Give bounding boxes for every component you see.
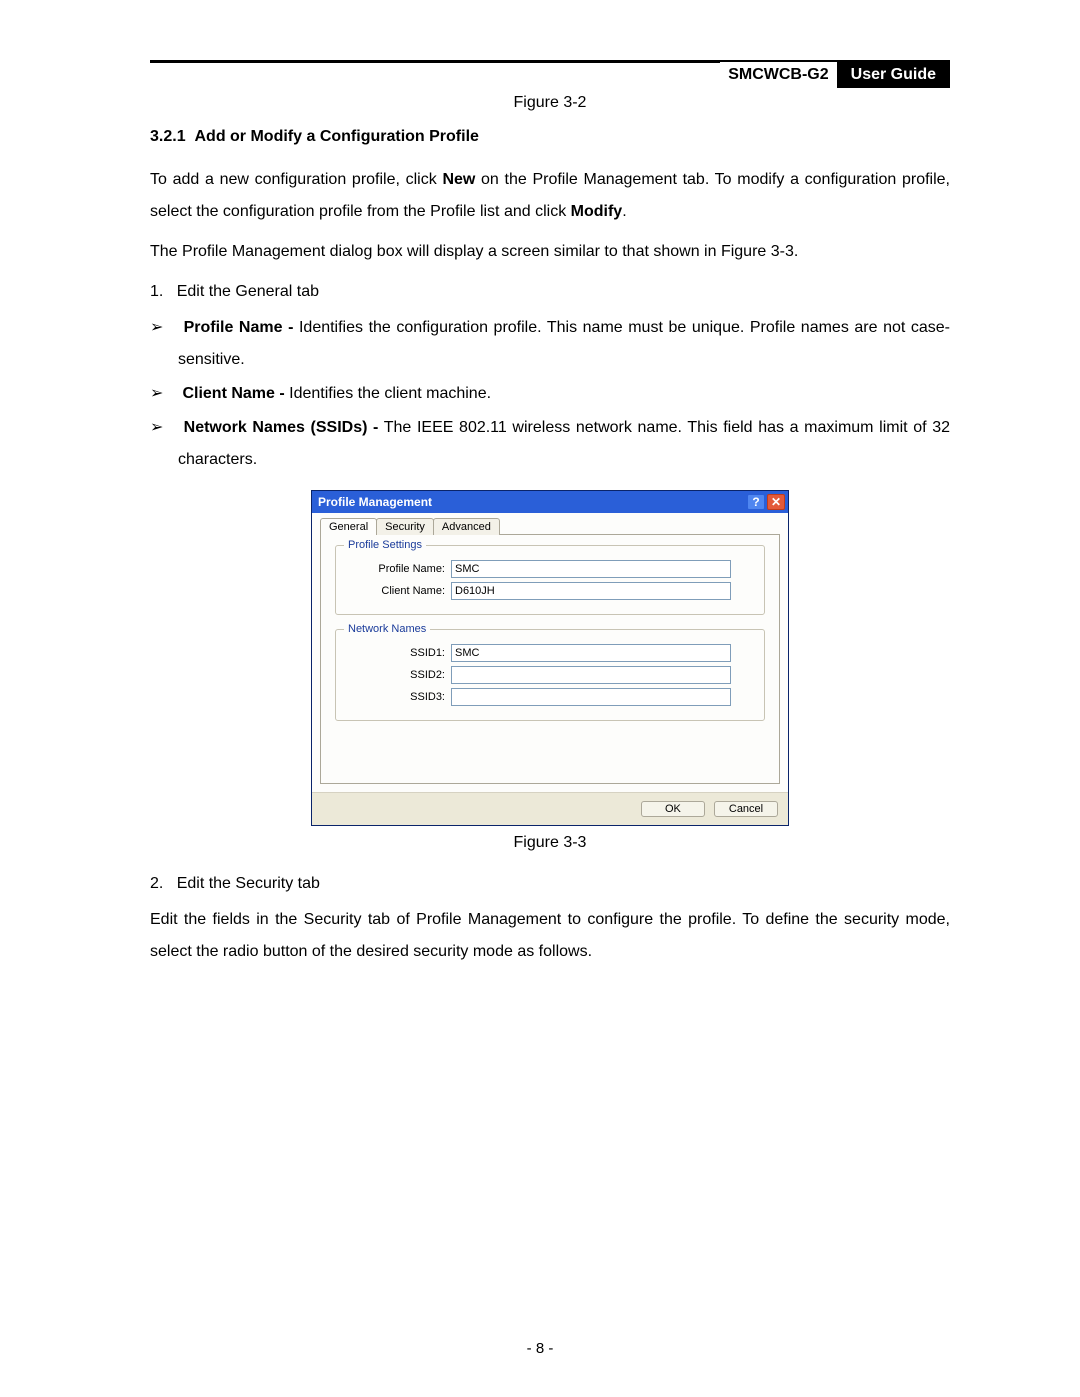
- bullet-network-names: Network Names (SSIDs) - The IEEE 802.11 …: [150, 412, 950, 476]
- label-ssid3: SSID3:: [346, 691, 451, 703]
- dialog-tabs: General Security Advanced: [320, 518, 780, 535]
- group-profile-settings: Profile Settings Profile Name: Client Na…: [335, 545, 765, 615]
- label-profile-name: Profile Name:: [346, 563, 451, 575]
- tab-security[interactable]: Security: [376, 518, 434, 535]
- help-icon[interactable]: ?: [747, 494, 765, 510]
- page-number: - 8 -: [0, 1340, 1080, 1357]
- group-profile-settings-legend: Profile Settings: [344, 539, 426, 551]
- cancel-button[interactable]: Cancel: [714, 801, 778, 817]
- step-2: 2. Edit the Security tab: [150, 868, 950, 900]
- section-heading: 3.2.1 Add or Modify a Configuration Prof…: [150, 128, 950, 146]
- intro-paragraph-2: The Profile Management dialog box will d…: [150, 236, 950, 268]
- figure-3-3-caption: Figure 3-3: [150, 834, 950, 852]
- intro-paragraph-1: To add a new configuration profile, clic…: [150, 164, 950, 228]
- tab-advanced[interactable]: Advanced: [433, 518, 500, 535]
- section-number: 3.2.1: [150, 128, 186, 145]
- input-ssid1[interactable]: [451, 644, 731, 662]
- figure-3-2-caption: Figure 3-2: [150, 94, 950, 112]
- tab-panel-general: Profile Settings Profile Name: Client Na…: [320, 534, 780, 784]
- dialog-titlebar[interactable]: Profile Management ? ✕: [312, 491, 788, 513]
- label-client-name: Client Name:: [346, 585, 451, 597]
- security-paragraph: Edit the fields in the Security tab of P…: [150, 904, 950, 968]
- new-keyword: New: [442, 171, 475, 188]
- input-client-name[interactable]: [451, 582, 731, 600]
- modify-keyword: Modify: [571, 203, 623, 220]
- bullet-profile-name: Profile Name - Identifies the configurat…: [150, 312, 950, 376]
- label-ssid1: SSID1:: [346, 647, 451, 659]
- close-icon[interactable]: ✕: [767, 494, 785, 510]
- label-ssid2: SSID2:: [346, 669, 451, 681]
- group-network-names: Network Names SSID1: SSID2: SSID3:: [335, 629, 765, 721]
- input-ssid2[interactable]: [451, 666, 731, 684]
- tab-general[interactable]: General: [320, 518, 377, 535]
- page-header: SMCWCB-G2 User Guide: [150, 62, 950, 88]
- step-1: 1. Edit the General tab: [150, 276, 950, 308]
- group-network-names-legend: Network Names: [344, 623, 430, 635]
- header-model: SMCWCB-G2: [720, 62, 836, 88]
- header-guide: User Guide: [837, 62, 950, 88]
- profile-management-dialog: Profile Management ? ✕ General Security …: [311, 490, 789, 826]
- dialog-title: Profile Management: [318, 495, 432, 509]
- dialog-footer: OK Cancel: [312, 792, 788, 825]
- input-ssid3[interactable]: [451, 688, 731, 706]
- bullet-client-name: Client Name - Identifies the client mach…: [150, 378, 950, 410]
- section-title-text: Add or Modify a Configuration Profile: [194, 128, 478, 145]
- input-profile-name[interactable]: [451, 560, 731, 578]
- ok-button[interactable]: OK: [641, 801, 705, 817]
